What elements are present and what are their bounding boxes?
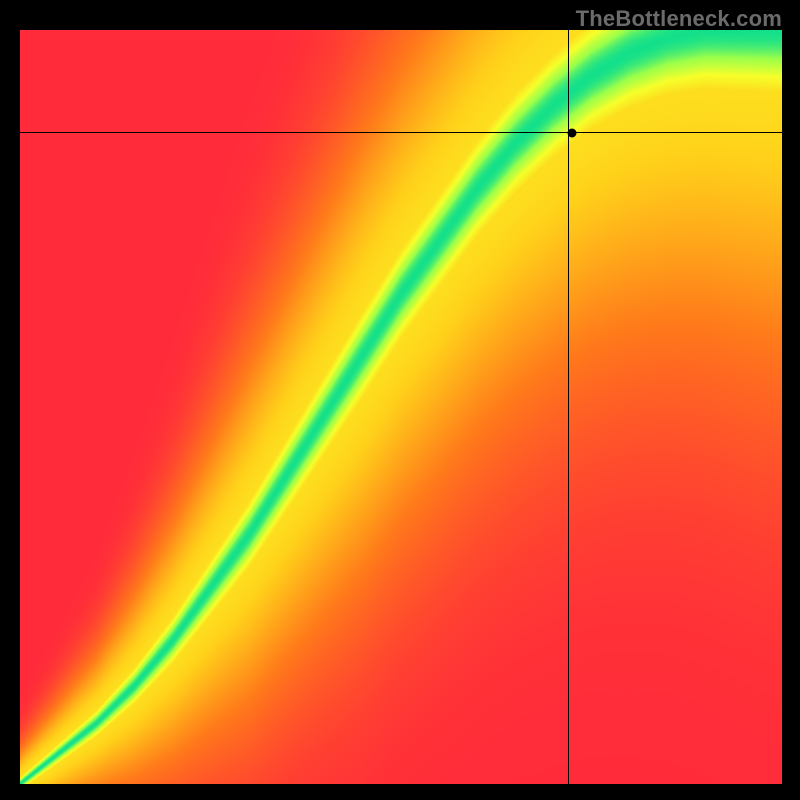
chart-container: TheBottleneck.com [0,0,800,800]
heatmap-canvas [20,30,782,784]
crosshair-horizontal [20,132,782,133]
marker-dot [567,129,576,138]
plot-area [20,30,782,784]
watermark-text: TheBottleneck.com [576,6,782,32]
crosshair-vertical [568,30,569,784]
